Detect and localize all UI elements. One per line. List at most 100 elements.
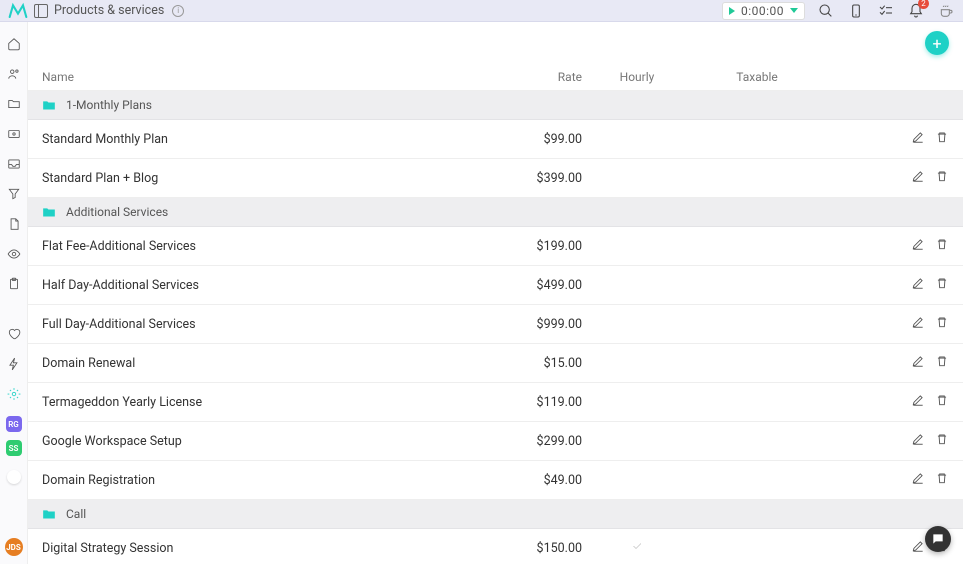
workspace-badge[interactable]: RG [6,416,22,432]
edit-icon[interactable] [911,432,925,450]
info-icon[interactable]: i [172,5,184,17]
col-hourly-header: Hourly [582,70,692,84]
edit-icon[interactable] [911,276,925,294]
item-name: Standard Monthly Plan [42,132,482,147]
item-rate: $15.00 [482,356,582,371]
play-icon [729,7,735,15]
contacts-icon[interactable] [6,66,22,82]
col-taxable-header: Taxable [692,70,822,84]
inbox-icon[interactable] [6,156,22,172]
table-row[interactable]: Domain Renewal$15.00 [28,344,963,383]
folder-icon[interactable] [6,96,22,112]
col-name-header: Name [42,70,482,84]
group-label: Call [66,507,86,521]
edit-icon[interactable] [911,354,925,372]
home-icon[interactable] [6,36,22,52]
delete-icon[interactable] [935,354,949,372]
edit-icon[interactable] [911,130,925,148]
item-name: Digital Strategy Session [42,541,482,556]
edit-icon[interactable] [911,315,925,333]
item-rate: $499.00 [482,278,582,293]
coffee-icon[interactable] [937,2,955,20]
table-row[interactable]: Full Day-Additional Services$999.00 [28,305,963,344]
folder-icon [42,99,56,111]
item-rate: $199.00 [482,239,582,254]
tasks-icon[interactable] [877,2,895,20]
delete-icon[interactable] [935,276,949,294]
delete-icon[interactable] [935,471,949,489]
document-icon[interactable] [6,216,22,232]
item-rate: $49.00 [482,473,582,488]
edit-icon[interactable] [911,539,925,557]
group-row[interactable]: Additional Services [28,198,963,227]
edit-icon[interactable] [911,471,925,489]
item-name: Half Day-Additional Services [42,278,482,293]
delete-icon[interactable] [935,432,949,450]
bolt-icon[interactable] [6,356,22,372]
search-icon[interactable] [817,2,835,20]
add-button[interactable]: + [925,31,949,55]
delete-icon[interactable] [935,315,949,333]
mobile-icon[interactable] [847,2,865,20]
user-avatar[interactable]: JDS [5,538,23,556]
item-name: Termageddon Yearly License [42,395,482,410]
edit-icon[interactable] [911,237,925,255]
item-rate: $150.00 [482,541,582,556]
topbar: Products & services i 0:00:00 2 [0,0,963,22]
item-name: Google Workspace Setup [42,434,482,449]
workspace-badge[interactable]: SS [6,440,22,456]
table-row[interactable]: Domain Registration$49.00 [28,461,963,500]
folder-icon [42,206,56,218]
item-rate: $999.00 [482,317,582,332]
delete-icon[interactable] [935,130,949,148]
group-row[interactable]: 1-Monthly Plans [28,91,963,120]
group-row[interactable]: Call [28,500,963,529]
notifications-icon[interactable]: 2 [907,2,925,20]
clipboard-icon[interactable] [6,276,22,292]
col-rate-header: Rate [482,70,582,84]
sidebar-more-bubble[interactable] [7,470,21,484]
timer-widget[interactable]: 0:00:00 [722,2,805,20]
delete-icon[interactable] [935,393,949,411]
item-rate: $399.00 [482,171,582,186]
folder-icon [42,508,56,520]
table-header: Name Rate Hourly Taxable [28,64,963,91]
table-row[interactable]: Half Day-Additional Services$499.00 [28,266,963,305]
delete-icon[interactable] [935,237,949,255]
item-rate: $119.00 [482,395,582,410]
sidebar: RG SS JDS [0,22,28,564]
edit-icon[interactable] [911,169,925,187]
notification-badge: 2 [918,0,929,9]
module-icon [34,4,48,18]
table-body: 1-Monthly Plans Standard Monthly Plan$99.… [28,91,963,564]
item-name: Full Day-Additional Services [42,317,482,332]
visibility-icon[interactable] [6,246,22,262]
group-label: 1-Monthly Plans [66,98,152,112]
delete-icon[interactable] [935,169,949,187]
billing-icon[interactable] [6,126,22,142]
timer-readout: 0:00:00 [741,4,784,18]
page-title: Products & services [54,3,164,18]
table-row[interactable]: Google Workspace Setup$299.00 [28,422,963,461]
app-logo[interactable] [8,2,28,20]
table-row[interactable]: Flat Fee-Additional Services$199.00 [28,227,963,266]
group-label: Additional Services [66,205,168,219]
check-icon [631,541,643,556]
item-name: Domain Registration [42,473,482,488]
chat-fab[interactable] [925,526,951,552]
item-rate: $99.00 [482,132,582,147]
item-name: Standard Plan + Blog [42,171,482,186]
gear-icon[interactable] [6,386,22,402]
table-row[interactable]: Termageddon Yearly License$119.00 [28,383,963,422]
item-name: Domain Renewal [42,356,482,371]
chevron-down-icon [790,8,798,13]
heart-icon[interactable] [6,326,22,342]
item-name: Flat Fee-Additional Services [42,239,482,254]
table-row[interactable]: Digital Strategy Session$150.00 [28,529,963,564]
item-rate: $299.00 [482,434,582,449]
table-row[interactable]: Standard Plan + Blog$399.00 [28,159,963,198]
item-hourly [582,540,692,556]
edit-icon[interactable] [911,393,925,411]
table-row[interactable]: Standard Monthly Plan$99.00 [28,120,963,159]
filter-icon[interactable] [6,186,22,202]
